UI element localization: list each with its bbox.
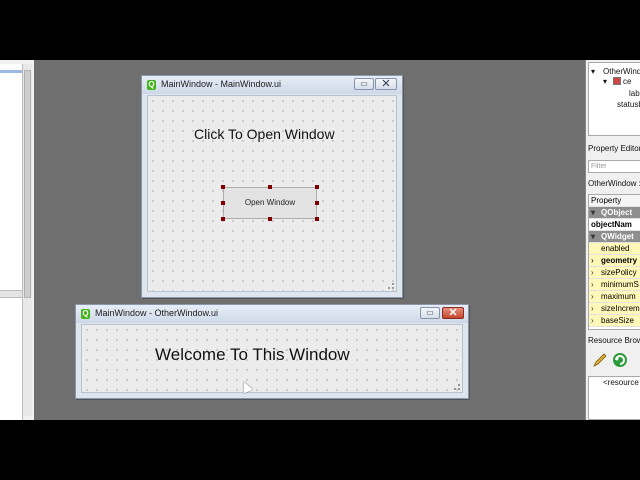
other-window-form[interactable]: Q MainWindow - OtherWindow.ui ▭ Welcome … xyxy=(75,304,469,399)
close-icon xyxy=(449,308,457,316)
tree-item-central[interactable]: ce xyxy=(623,77,631,86)
tree-item-label[interactable]: lab xyxy=(629,89,640,98)
close-icon xyxy=(382,79,390,87)
property-group-qobject[interactable]: ▾ QObject xyxy=(589,207,640,219)
property-row-maximumsize[interactable]: › maximum xyxy=(589,291,640,303)
main-window-form[interactable]: Q MainWindow - MainWindow.ui ▭ Click To … xyxy=(141,75,403,298)
property-object-label: OtherWindow : xyxy=(588,179,640,188)
qt-app-icon: Q xyxy=(147,80,156,90)
list-selection-highlight xyxy=(0,70,22,73)
widget-icon xyxy=(613,77,621,85)
tree-item-statusbar[interactable]: statusb xyxy=(617,100,640,109)
property-row-sizepolicy[interactable]: › sizePolicy xyxy=(589,267,640,279)
expand-icon[interactable]: › xyxy=(591,279,601,290)
property-row-enabled[interactable]: enabled xyxy=(589,243,640,255)
property-row-basesize[interactable]: › baseSize xyxy=(589,315,640,327)
property-row-label: sizeIncrem xyxy=(601,304,640,313)
collapse-icon: ▾ xyxy=(591,232,596,241)
edit-resources-icon[interactable] xyxy=(592,352,608,373)
right-dock: ▾ OtherWindo ▾ ce lab statusb Property E… xyxy=(585,60,640,420)
minimize-button[interactable]: ▭ xyxy=(354,78,374,90)
welcome-label[interactable]: Welcome To This Window xyxy=(155,345,350,365)
qt-app-icon: Q xyxy=(81,309,90,319)
property-editor-title: Property Editor xyxy=(588,144,640,153)
property-row-minimumsize[interactable]: › minimumS xyxy=(589,279,640,291)
main-window-canvas[interactable]: Click To Open Window Open Window xyxy=(147,95,397,292)
property-filter-input[interactable]: Filter xyxy=(588,160,640,173)
widget-box-scrollbar[interactable] xyxy=(23,64,32,416)
property-row-geometry[interactable]: › geometry xyxy=(589,255,640,267)
object-inspector-tree[interactable]: ▾ OtherWindo ▾ ce lab statusb xyxy=(588,62,640,136)
property-group-label: QObject xyxy=(601,208,633,217)
tree-expand-icon[interactable]: ▾ xyxy=(591,67,595,76)
selection-handle[interactable] xyxy=(268,217,272,221)
close-button[interactable] xyxy=(442,307,464,319)
expand-icon[interactable]: › xyxy=(591,291,601,302)
collapse-icon: ▾ xyxy=(591,208,596,217)
property-column-header[interactable]: Property xyxy=(589,195,640,207)
other-window-titlebar[interactable]: Q MainWindow - OtherWindow.ui ▭ xyxy=(76,305,468,323)
selection-handle[interactable] xyxy=(221,201,225,205)
selection-handle[interactable] xyxy=(315,185,319,189)
property-table[interactable]: Property ▾ QObject objectNam ▾ QWidget ena… xyxy=(588,194,640,330)
scrollbar-thumb[interactable] xyxy=(24,70,31,298)
list-separator xyxy=(0,290,22,298)
selection-handle[interactable] xyxy=(315,217,319,221)
tree-expand-icon[interactable]: ▾ xyxy=(603,77,607,86)
designer-workspace: Q MainWindow - MainWindow.ui ▭ Click To … xyxy=(0,60,640,420)
widget-box-list[interactable] xyxy=(0,64,23,420)
minimize-icon: ▭ xyxy=(426,308,434,317)
resource-browser-title: Resource Brows xyxy=(588,336,640,345)
other-window-title: MainWindow - OtherWindow.ui xyxy=(95,308,219,318)
selection-handle[interactable] xyxy=(221,185,225,189)
resize-grip[interactable] xyxy=(388,283,394,289)
main-window-titlebar[interactable]: Q MainWindow - MainWindow.ui ▭ xyxy=(142,76,402,94)
property-group-label: QWidget xyxy=(601,232,634,241)
expand-icon[interactable]: › xyxy=(591,315,601,326)
property-row-label: baseSize xyxy=(601,316,634,325)
selection-handle[interactable] xyxy=(221,217,225,221)
expand-icon[interactable]: › xyxy=(591,255,601,266)
property-row-sizeincrement[interactable]: › sizeIncrem xyxy=(589,303,640,315)
property-group-qwidget[interactable]: ▾ QWidget xyxy=(589,231,640,243)
main-window-title: MainWindow - MainWindow.ui xyxy=(161,79,282,89)
property-row-objectname[interactable]: objectNam xyxy=(589,219,640,231)
selection-handle[interactable] xyxy=(315,201,319,205)
resource-tree[interactable]: <resource xyxy=(588,376,640,420)
minimize-button[interactable]: ▭ xyxy=(420,307,440,319)
expand-icon[interactable]: › xyxy=(591,303,601,314)
resource-root-item[interactable]: <resource xyxy=(603,378,639,387)
minimize-icon: ▭ xyxy=(360,79,368,88)
property-row-label: minimumS xyxy=(601,280,639,289)
reload-icon[interactable] xyxy=(612,352,628,373)
property-row-label: maximum xyxy=(601,292,636,301)
widget-box-panel xyxy=(0,60,34,420)
tree-item-root[interactable]: OtherWindo xyxy=(603,67,640,76)
property-row-label: geometry xyxy=(601,256,638,265)
expand-icon[interactable]: › xyxy=(591,267,601,278)
close-button[interactable] xyxy=(375,78,397,90)
resize-grip[interactable] xyxy=(454,384,460,390)
other-window-canvas[interactable]: Welcome To This Window xyxy=(81,324,463,393)
click-to-open-label[interactable]: Click To Open Window xyxy=(194,126,335,142)
open-window-button[interactable]: Open Window xyxy=(223,187,317,219)
property-row-label: sizePolicy xyxy=(601,268,637,277)
selection-handle[interactable] xyxy=(268,185,272,189)
